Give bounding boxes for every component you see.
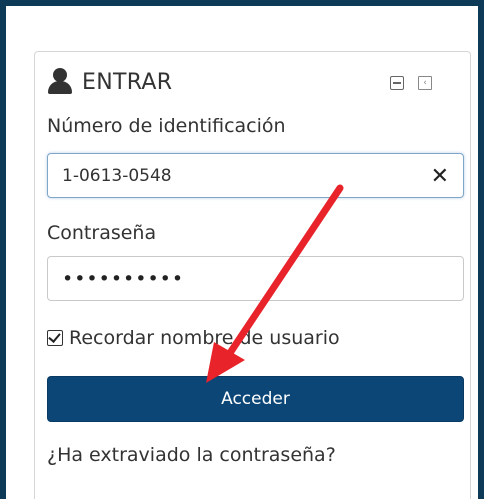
login-button[interactable]: Acceder: [47, 376, 464, 422]
login-button-label: Acceder: [221, 389, 290, 409]
id-field[interactable]: 1-0613-0548 ✕: [47, 153, 464, 198]
user-icon: [46, 68, 74, 96]
remember-label[interactable]: Recordar nombre de usuario: [69, 327, 340, 349]
password-field-value: ••••••••••: [62, 267, 185, 290]
id-label: Número de identificación: [47, 115, 286, 137]
id-field-value: 1-0613-0548: [62, 165, 172, 186]
remember-checkbox[interactable]: [47, 330, 63, 346]
collapse-icon[interactable]: [390, 76, 404, 90]
password-label: Contraseña: [47, 222, 157, 244]
forgot-password-link[interactable]: ¿Ha extraviado la contraseña?: [47, 444, 336, 466]
panel-header-icons: ‹: [390, 76, 432, 90]
panel-title: ENTRAR: [82, 69, 173, 95]
remember-row: Recordar nombre de usuario: [47, 327, 340, 349]
password-field[interactable]: ••••••••••: [47, 256, 464, 301]
clear-icon[interactable]: ✕: [431, 164, 449, 189]
dock-icon[interactable]: ‹: [418, 76, 432, 90]
panel-header: ENTRAR ‹: [46, 66, 446, 98]
